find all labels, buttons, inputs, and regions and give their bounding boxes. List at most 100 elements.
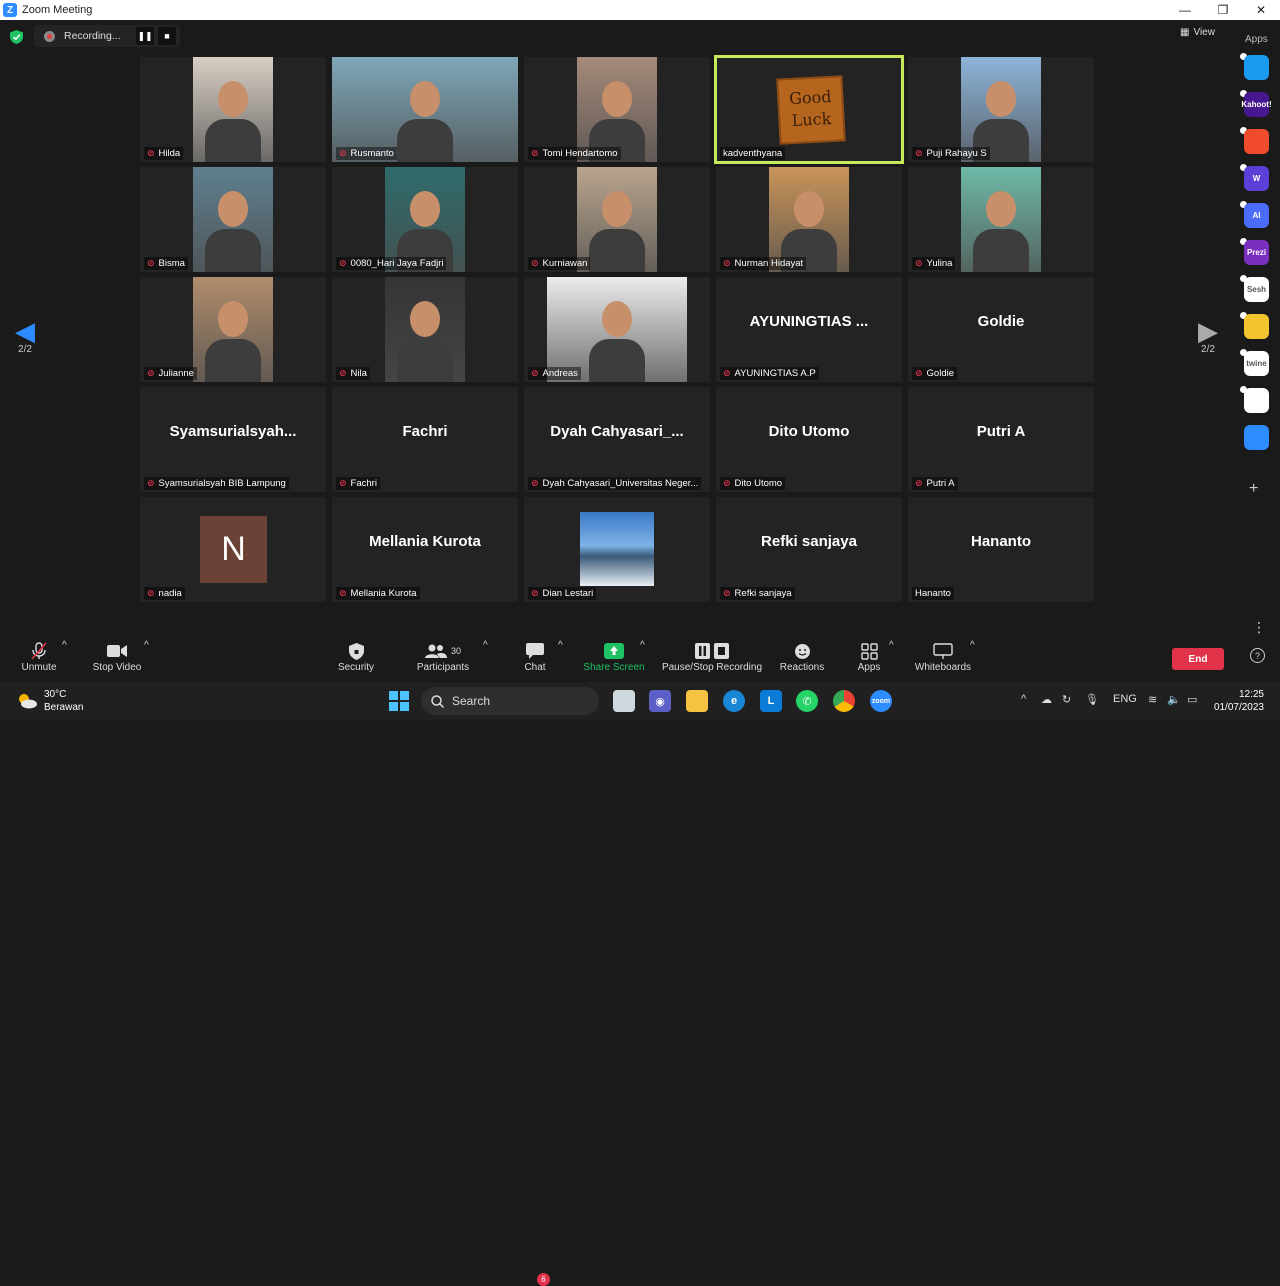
chat-caret[interactable]: ^: [558, 640, 563, 651]
whatsapp-icon[interactable]: ✆: [796, 690, 818, 712]
tray-cloud-icon[interactable]: ☁: [1041, 693, 1052, 706]
apps-icon: [854, 640, 884, 662]
participant-name-bar: ⊘ Dito Utomo: [720, 477, 786, 490]
participant-tile[interactable]: Mellania Kurota ⊘ Mellania Kurota: [332, 497, 518, 602]
participant-tile[interactable]: Refki sanjaya ⊘ Refki sanjaya: [716, 497, 902, 602]
pause-stop-recording-button[interactable]: Pause/Stop Recording: [660, 640, 764, 673]
video-options-caret[interactable]: ^: [144, 640, 149, 651]
participant-tile[interactable]: ⊘ Yulina: [908, 167, 1094, 272]
edge-browser-icon[interactable]: e: [723, 690, 745, 712]
weather-widget[interactable]: 30°C Berawan: [16, 688, 83, 714]
zoom-taskbar-icon[interactable]: zoom: [870, 690, 892, 712]
whiteboards-caret[interactable]: ^: [970, 640, 975, 651]
mic-muted-icon: ⊘: [147, 148, 155, 158]
sesh-app-icon[interactable]: Sesh: [1244, 277, 1269, 302]
reactions-button[interactable]: Reactions: [778, 640, 826, 673]
pause-stop-icon: [660, 640, 764, 662]
participant-tile[interactable]: ⊘ Andreas: [524, 277, 710, 382]
share-options-caret[interactable]: ^: [640, 640, 645, 651]
end-meeting-button[interactable]: End: [1172, 648, 1224, 670]
prev-page-button[interactable]: ◀ 2/2: [10, 318, 40, 355]
participant-tile[interactable]: ⊘ Puji Rahayu S: [908, 57, 1094, 162]
add-app-icon[interactable]: +: [1249, 480, 1258, 498]
participant-tile[interactable]: ⊘ Bisma: [140, 167, 326, 272]
language-indicator[interactable]: ENG: [1113, 693, 1137, 705]
participant-name-bar: ⊘ Dyah Cahyasari_Universitas Neger...: [528, 477, 702, 490]
minimize-button[interactable]: —: [1166, 0, 1204, 20]
share-screen-button[interactable]: Share Screen: [582, 640, 646, 673]
battery-icon[interactable]: ▭: [1187, 693, 1197, 706]
app-w-app-icon[interactable]: W: [1244, 166, 1269, 191]
app-smile-app-icon[interactable]: [1244, 314, 1269, 339]
teams-chat-icon[interactable]: ◉: [649, 690, 671, 712]
app-l-icon[interactable]: L: [760, 690, 782, 712]
taskbar-clock[interactable]: 12:25 01/07/2023: [1212, 688, 1264, 714]
app-1-app-icon[interactable]: [1244, 55, 1269, 80]
participant-name: nadia: [158, 588, 182, 599]
participant-tile[interactable]: ⊘ Kurniawan: [524, 167, 710, 272]
participant-tile[interactable]: ⊘ 0080_Hari Jaya Fadjri: [332, 167, 518, 272]
task-view-icon[interactable]: [613, 690, 635, 712]
view-button[interactable]: ▦ View: [1180, 27, 1215, 38]
participant-tile[interactable]: Dito Utomo ⊘ Dito Utomo: [716, 387, 902, 492]
participant-tile[interactable]: ⊘ Nila: [332, 277, 518, 382]
taskbar-search[interactable]: Search: [421, 687, 599, 715]
participant-tile[interactable]: ⊘ Hilda: [140, 57, 326, 162]
stop-recording-button[interactable]: ■: [158, 27, 176, 45]
stop-video-button[interactable]: Stop Video: [90, 640, 144, 673]
participant-tile[interactable]: N ⊘ nadia: [140, 497, 326, 602]
next-page-button[interactable]: ▶ 2/2: [1193, 318, 1223, 355]
participant-tile[interactable]: Putri A ⊘ Putri A: [908, 387, 1094, 492]
more-options-button[interactable]: ⋮: [1252, 619, 1266, 636]
maximize-button[interactable]: ❐: [1204, 0, 1242, 20]
app-ai-app-icon[interactable]: AI: [1244, 203, 1269, 228]
participant-tile[interactable]: AYUNINGTIAS ... ⊘ AYUNINGTIAS A.P: [716, 277, 902, 382]
wifi-icon[interactable]: ≋: [1148, 693, 1157, 706]
shield-icon[interactable]: [10, 30, 23, 44]
participant-name-bar: ⊘ Rusmanto: [336, 147, 397, 160]
prezi-app-icon[interactable]: Prezi: [1244, 240, 1269, 265]
participant-tile[interactable]: ⊘ Julianne: [140, 277, 326, 382]
twine-app-icon[interactable]: twine: [1244, 351, 1269, 376]
participant-name-bar: ⊘ Andreas: [528, 367, 581, 380]
app-grid-app-icon[interactable]: [1244, 388, 1269, 413]
participants-button[interactable]: 30 Participants: [414, 640, 472, 673]
kahoot-app-icon[interactable]: Kahoot!: [1241, 92, 1272, 117]
participant-tile[interactable]: Hananto Hananto: [908, 497, 1094, 602]
security-button[interactable]: Security: [336, 640, 376, 673]
search-icon: [431, 694, 444, 708]
participant-tile[interactable]: ⊘ Dian Lestari: [524, 497, 710, 602]
participants-count: 30: [450, 646, 461, 656]
participant-tile[interactable]: Fachri ⊘ Fachri: [332, 387, 518, 492]
tray-mic-icon[interactable]: 🎙: [1085, 693, 1099, 706]
close-button[interactable]: ✕: [1242, 0, 1280, 20]
windows-start-icon[interactable]: [388, 690, 410, 712]
participant-tile[interactable]: Dyah Cahyasari_... ⊘ Dyah Cahyasari_Univer…: [524, 387, 710, 492]
participant-tile[interactable]: ⊘ Tomi Hendartomo: [524, 57, 710, 162]
chrome-icon[interactable]: [833, 690, 855, 712]
audio-options-caret[interactable]: ^: [62, 640, 67, 651]
participant-tile[interactable]: ⊘ Nurman Hidayat: [716, 167, 902, 272]
help-button[interactable]: ?: [1250, 648, 1265, 663]
participant-name: Puji Rahayu S: [926, 148, 987, 159]
participant-display-name: Putri A: [976, 423, 1026, 440]
participant-tile[interactable]: Syamsurialsyah... ⊘ Syamsurialsyah BIB Lam…: [140, 387, 326, 492]
stop-video-label: Stop Video: [92, 662, 142, 673]
tray-sync-icon[interactable]: ↻: [1062, 693, 1071, 706]
app-3-app-icon[interactable]: [1244, 129, 1269, 154]
apps-button[interactable]: Apps: [854, 640, 884, 673]
file-explorer-icon[interactable]: [686, 690, 708, 712]
pause-recording-button[interactable]: ❚❚: [136, 27, 154, 45]
apps-caret[interactable]: ^: [889, 640, 894, 651]
volume-icon[interactable]: 🔈: [1167, 693, 1181, 706]
tray-overflow-icon[interactable]: ^: [1021, 693, 1026, 705]
participant-tile[interactable]: ⊘ Rusmanto: [332, 57, 518, 162]
unmute-button[interactable]: Unmute: [18, 640, 60, 673]
chat-button[interactable]: Chat: [518, 640, 552, 673]
participant-tile[interactable]: Good Luck kadventhyana: [714, 55, 904, 164]
participants-caret[interactable]: ^: [483, 640, 488, 651]
whiteboards-button[interactable]: Whiteboards: [912, 640, 974, 673]
participant-name-bar: ⊘ Bisma: [144, 257, 188, 270]
participant-tile[interactable]: Goldie ⊘ Goldie: [908, 277, 1094, 382]
app-user-app-icon[interactable]: [1244, 425, 1269, 450]
